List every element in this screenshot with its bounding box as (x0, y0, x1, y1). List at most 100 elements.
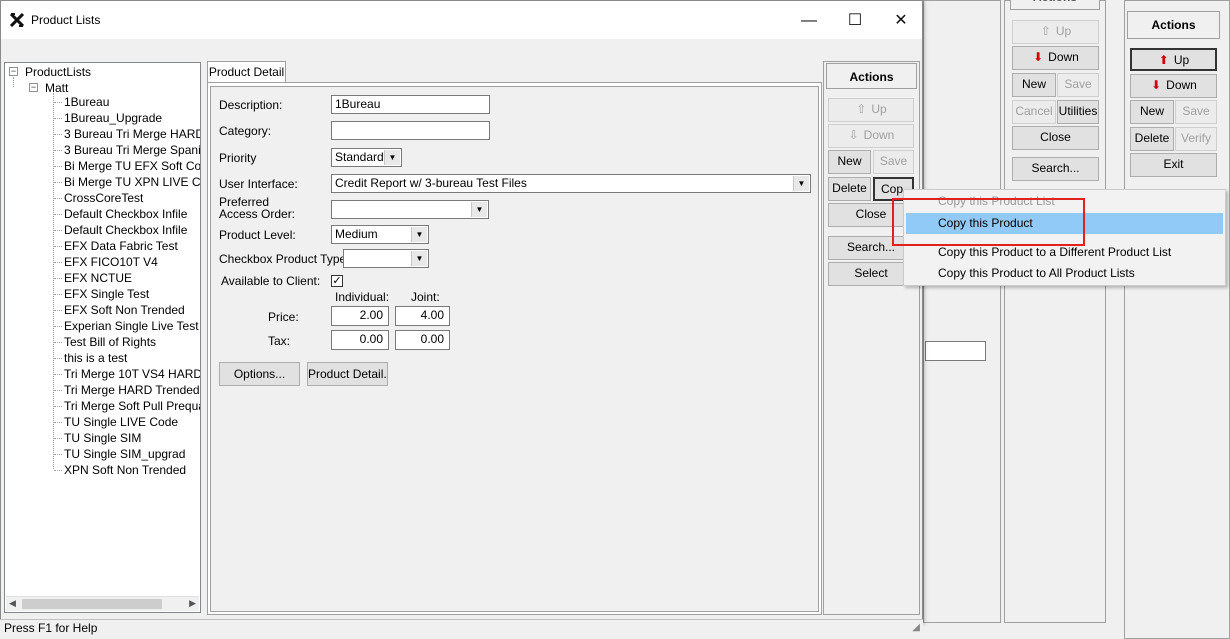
bg-right-down-button[interactable]: ⬇ Down (1130, 74, 1217, 98)
highlight-annotation-box (892, 198, 1085, 246)
chevron-down-icon[interactable]: ▼ (793, 176, 809, 191)
tree-item-product[interactable]: TU Single SIM_upgrad (64, 447, 185, 461)
chevron-down-icon[interactable]: ▼ (411, 227, 427, 242)
available-to-client-checkbox[interactable]: ✓ (331, 275, 343, 287)
bg-right-up-button[interactable]: ⬆ Up (1130, 48, 1217, 71)
collapse-icon[interactable]: − (9, 67, 18, 76)
tax-individual-field[interactable]: 0.00 (331, 330, 389, 350)
scroll-thumb[interactable] (22, 599, 162, 609)
arrow-down-icon: ⬇ (1151, 78, 1162, 92)
tree-line (54, 390, 62, 391)
tree-item-product[interactable]: Test Bill of Rights (64, 335, 156, 349)
close-window-button[interactable]: ✕ (878, 9, 924, 33)
minimize-button[interactable]: — (786, 9, 832, 33)
down-button[interactable]: ⇩ Down (828, 124, 914, 148)
horizontal-scrollbar[interactable]: ◀ ▶ (6, 596, 199, 611)
checkbox-product-type-select[interactable]: ▼ (343, 249, 429, 268)
bg-middle-save-button[interactable]: Save (1057, 73, 1099, 97)
bg-right-save-button[interactable]: Save (1175, 100, 1217, 124)
price-joint-field[interactable]: 4.00 (395, 306, 450, 326)
tree-line (54, 406, 62, 407)
product-lists-tree[interactable]: − ProductLists − Matt ◀ ▶ 1Bureau 1Bureau… (4, 62, 201, 613)
tree-item-product[interactable]: Bi Merge TU XPN LIVE Code (64, 175, 200, 189)
chevron-down-icon[interactable]: ▼ (471, 202, 487, 217)
tree-item-product[interactable]: 3 Bureau Tri Merge HARD (64, 127, 200, 141)
product-detail-form (210, 86, 819, 612)
arrow-down-icon: ⇩ (848, 128, 859, 142)
price-individual-field[interactable]: 2.00 (331, 306, 389, 326)
bg-middle-cancel-button[interactable]: Cancel (1012, 100, 1056, 124)
status-help-text: Press F1 for Help (4, 621, 98, 635)
bg-right-new-button[interactable]: New (1130, 100, 1174, 124)
individual-column-label: Individual: (335, 290, 390, 304)
arrow-up-icon: ⬆ (1158, 53, 1169, 67)
scroll-left-icon[interactable]: ◀ (9, 598, 16, 609)
resize-grip-icon[interactable]: ◢ (912, 622, 920, 633)
tree-item-product[interactable]: EFX Single Test (64, 287, 149, 301)
tree-line (54, 278, 62, 279)
tree-item-product[interactable]: this is a test (64, 351, 127, 365)
product-detail-button[interactable]: Product Detail... (307, 362, 388, 386)
tree-item-product[interactable]: 3 Bureau Tri Merge Spanish (64, 143, 200, 157)
tab-product-detail[interactable]: Product Detail (207, 61, 286, 83)
chevron-down-icon[interactable]: ▼ (384, 150, 400, 165)
tree-item-product[interactable]: EFX FICO10T V4 (64, 255, 158, 269)
tree-item-product[interactable]: XPN Soft Non Trended (64, 463, 186, 477)
tree-item-product[interactable]: 1Bureau (64, 95, 109, 109)
options-button[interactable]: Options... (219, 362, 300, 386)
bg-middle-new-button[interactable]: New (1012, 73, 1056, 97)
background-middle-actions-title: Actions (1010, 0, 1100, 10)
dialog-title: Product Lists (31, 13, 101, 27)
tree-line (54, 374, 62, 375)
save-button[interactable]: Save (873, 150, 914, 174)
bg-right-exit-button[interactable]: Exit (1130, 153, 1217, 177)
tree-item-product[interactable]: CrossCoreTest (64, 191, 143, 205)
tree-item-product[interactable]: EFX Data Fabric Test (64, 239, 178, 253)
tree-item-product[interactable]: 1Bureau_Upgrade (64, 111, 162, 125)
bg-middle-utilities-button[interactable]: Utilities (1057, 100, 1099, 124)
background-right-actions-title: Actions (1127, 11, 1220, 39)
scroll-right-icon[interactable]: ▶ (189, 598, 196, 609)
tree-root-productlists[interactable]: ProductLists (25, 65, 91, 79)
title-bar: Product Lists — ☐ ✕ (1, 1, 922, 39)
tree-item-product[interactable]: Default Checkbox Infile (64, 207, 187, 221)
bg-middle-search-button[interactable]: Search... (1012, 157, 1099, 181)
up-button[interactable]: ⇧ Up (828, 98, 914, 122)
bg-right-verify-button[interactable]: Verify (1175, 127, 1217, 151)
tree-item-product[interactable]: TU Single SIM (64, 431, 141, 445)
bg-right-delete-button[interactable]: Delete (1130, 127, 1174, 151)
tree-item-product[interactable]: Default Checkbox Infile (64, 223, 187, 237)
user-interface-select[interactable]: Credit Report w/ 3-bureau Test Files ▼ (331, 174, 811, 193)
available-to-client-label: Available to Client: (221, 274, 321, 288)
bg-middle-up-button[interactable]: ⇧ Up (1012, 20, 1099, 44)
bg-middle-close-button[interactable]: Close (1012, 126, 1099, 150)
tree-item-product[interactable]: TU Single LIVE Code (64, 415, 178, 429)
app-icon (10, 13, 24, 27)
priority-select[interactable]: Standard ▼ (331, 148, 402, 167)
delete-button[interactable]: Delete (828, 177, 871, 201)
tree-item-product[interactable]: Bi Merge TU EFX Soft Code (64, 159, 200, 173)
tree-item-product[interactable]: EFX NCTUE (64, 271, 132, 285)
menu-copy-to-all-lists[interactable]: Copy this Product to All Product Lists (906, 263, 1223, 284)
tree-item-product[interactable]: Experian Single Live Test (64, 319, 199, 333)
product-level-select[interactable]: Medium ▼ (331, 225, 429, 244)
arrow-down-icon: ⬇ (1033, 50, 1044, 64)
category-field[interactable] (331, 121, 490, 140)
bg-middle-down-button[interactable]: ⬇ Down (1012, 46, 1099, 70)
tree-group-matt[interactable]: Matt (45, 81, 68, 95)
tax-label: Tax: (268, 334, 291, 348)
background-text-field[interactable] (925, 341, 986, 361)
tree-item-product[interactable]: Tri Merge HARD Trended PF (64, 383, 200, 397)
maximize-button[interactable]: ☐ (832, 9, 878, 33)
access-order-select[interactable]: ▼ (331, 200, 489, 219)
tree-item-product[interactable]: Tri Merge 10T VS4 HARD Tr (64, 367, 200, 381)
select-button[interactable]: Select (828, 262, 914, 286)
tax-joint-field[interactable]: 0.00 (395, 330, 450, 350)
tree-line (54, 438, 62, 439)
tree-item-product[interactable]: EFX Soft Non Trended (64, 303, 185, 317)
tree-item-product[interactable]: Tri Merge Soft Pull Prequal (64, 399, 200, 413)
collapse-icon[interactable]: − (29, 83, 38, 92)
description-field[interactable]: 1Bureau (331, 95, 490, 114)
new-button[interactable]: New (828, 150, 871, 174)
chevron-down-icon[interactable]: ▼ (411, 251, 427, 266)
